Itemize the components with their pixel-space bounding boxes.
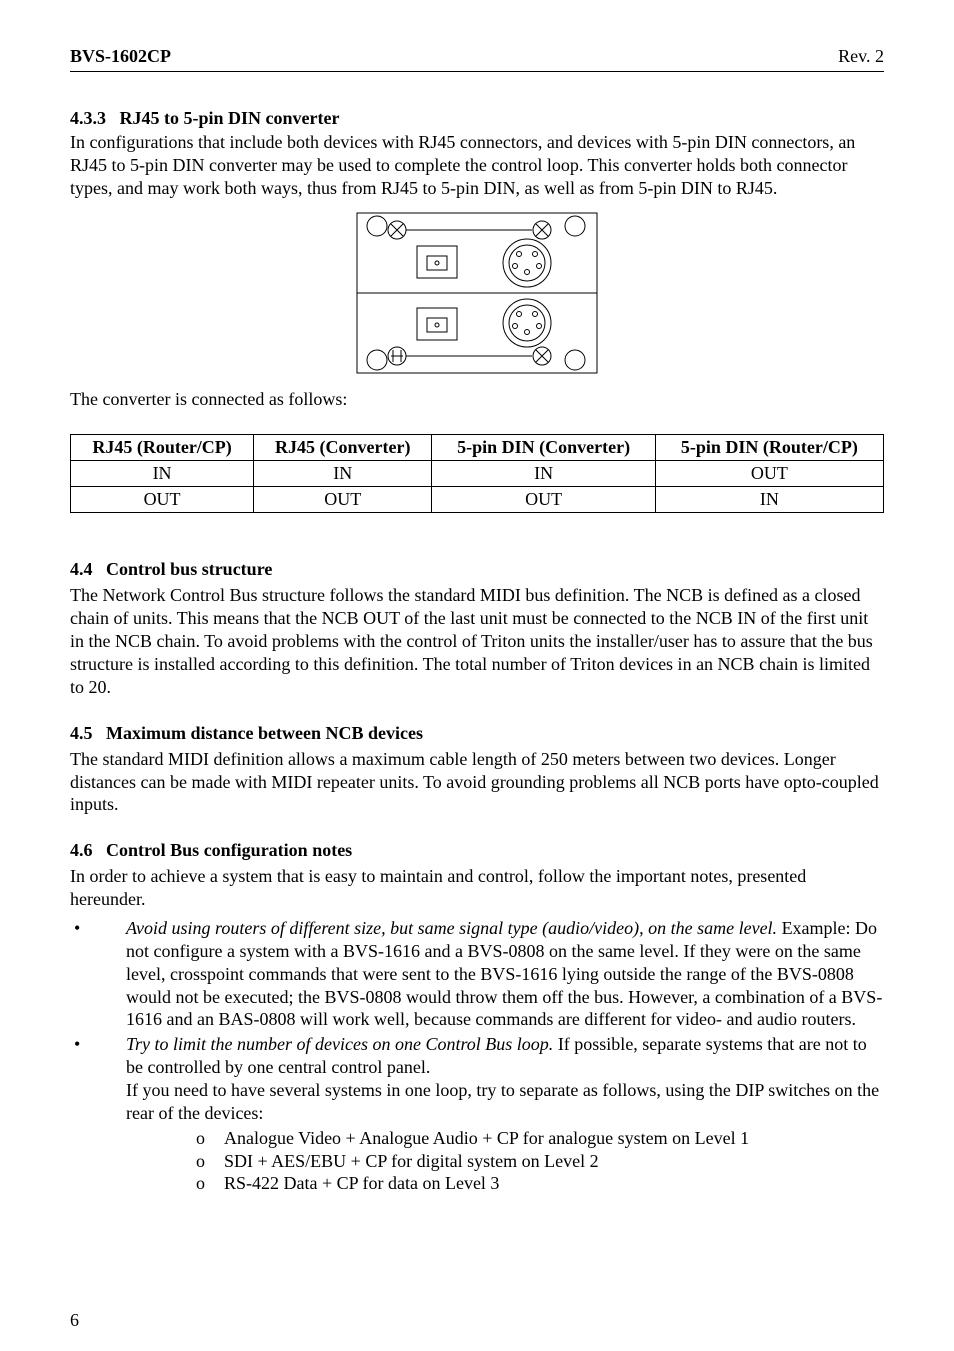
page-number: 6 <box>70 1310 79 1331</box>
heading-text: Control Bus configuration notes <box>106 840 352 860</box>
sub-item: RS-422 Data + CP for data on Level 3 <box>196 1172 884 1195</box>
heading-text: Control bus structure <box>106 559 272 579</box>
sub-item: SDI + AES/EBU + CP for digital system on… <box>196 1150 884 1173</box>
page-header: BVS-1602CP Rev. 2 <box>70 46 884 67</box>
header-product: BVS-1602CP <box>70 46 171 67</box>
heading-4-6: 4.6 Control Bus configuration notes <box>70 840 884 861</box>
page: BVS-1602CP Rev. 2 4.3.3 RJ45 to 5-pin DI… <box>0 0 954 1351</box>
secnum: 4.6 <box>70 840 93 861</box>
bullet-rest2: If you need to have several systems in o… <box>126 1080 879 1123</box>
para-4-5: The standard MIDI definition allows a ma… <box>70 748 884 817</box>
table-intro: The converter is connected as follows: <box>70 388 884 411</box>
converter-diagram-svg <box>347 208 607 378</box>
secnum: 4.4 <box>70 559 93 580</box>
td: IN <box>432 461 655 487</box>
table-row: OUT OUT OUT IN <box>71 487 884 513</box>
td: OUT <box>655 461 883 487</box>
header-rule <box>70 71 884 72</box>
th-2: 5-pin DIN (Converter) <box>432 435 655 461</box>
heading-4-4: 4.4 Control bus structure <box>70 559 884 580</box>
td: OUT <box>71 487 254 513</box>
td: IN <box>655 487 883 513</box>
converter-figure <box>70 208 884 378</box>
sub-item: Analogue Video + Analogue Audio + CP for… <box>196 1127 884 1150</box>
header-revision: Rev. 2 <box>838 46 884 67</box>
td: IN <box>254 461 432 487</box>
para-4-3-3: In configurations that include both devi… <box>70 131 884 200</box>
bullet-lead: Try to limit the number of devices on on… <box>126 1034 553 1054</box>
bullet-lead: Avoid using routers of different size, b… <box>126 918 777 938</box>
para-4-4: The Network Control Bus structure follow… <box>70 584 884 698</box>
table-header-row: RJ45 (Router/CP) RJ45 (Converter) 5-pin … <box>71 435 884 461</box>
td: OUT <box>254 487 432 513</box>
list-item: Try to limit the number of devices on on… <box>70 1033 884 1195</box>
table-row: IN IN IN OUT <box>71 461 884 487</box>
sub-list: Analogue Video + Analogue Audio + CP for… <box>196 1127 884 1196</box>
th-0: RJ45 (Router/CP) <box>71 435 254 461</box>
para-4-6: In order to achieve a system that is eas… <box>70 865 884 911</box>
heading-4-5: 4.5 Maximum distance between NCB devices <box>70 723 884 744</box>
list-item: Avoid using routers of different size, b… <box>70 917 884 1031</box>
secnum: 4.5 <box>70 723 93 744</box>
heading-text: RJ45 to 5-pin DIN converter <box>120 108 340 128</box>
td: OUT <box>432 487 655 513</box>
bullet-list: Avoid using routers of different size, b… <box>70 917 884 1195</box>
td: IN <box>71 461 254 487</box>
heading-4-3-3: 4.3.3 RJ45 to 5-pin DIN converter <box>70 108 884 129</box>
converter-table: RJ45 (Router/CP) RJ45 (Converter) 5-pin … <box>70 434 884 513</box>
th-1: RJ45 (Converter) <box>254 435 432 461</box>
th-3: 5-pin DIN (Router/CP) <box>655 435 883 461</box>
heading-text: Maximum distance between NCB devices <box>106 723 423 743</box>
secnum: 4.3.3 <box>70 108 106 129</box>
